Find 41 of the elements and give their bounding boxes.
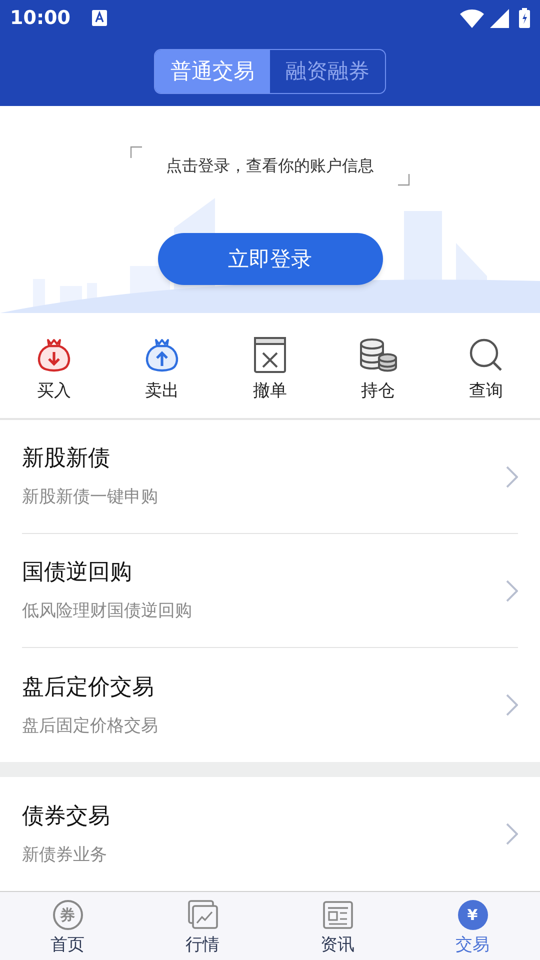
item-title: 新股新债: [22, 445, 111, 474]
chevron-right-icon: [506, 823, 518, 846]
yen-glyph-icon: ¥: [458, 900, 488, 930]
chevron-right-icon: [506, 580, 518, 602]
coin-stack-icon: [358, 336, 398, 373]
item-subtitle: 盘后固定价格交易: [22, 714, 159, 738]
tab-bar-item[interactable]: ¥ 交易: [405, 892, 540, 960]
action-button[interactable]: 持仓: [324, 312, 432, 418]
list-item[interactable]: 盘后定价交易 盘后固定价格交易: [22, 648, 518, 762]
action-button[interactable]: 卖出: [108, 312, 216, 418]
list-item[interactable]: 债券交易 新债券业务: [22, 777, 518, 892]
action-button[interactable]: 撤单: [216, 312, 324, 418]
tab-bar-item[interactable]: 行情: [135, 892, 270, 960]
cancel-window-icon: [252, 336, 288, 374]
action-button[interactable]: 买入: [0, 312, 108, 418]
item-title: 国债逆回购: [22, 559, 133, 588]
list-item[interactable]: 新股新债 新股新债一键申购: [22, 420, 518, 534]
item-subtitle: 低风险理财国债逆回购: [22, 600, 193, 624]
action-button[interactable]: 查询: [432, 312, 540, 418]
login-prompt: 点击登录，查看你的账户信息: [166, 155, 374, 178]
battery-icon: [519, 8, 530, 28]
coupon-glyph-icon: 券: [52, 900, 82, 930]
signal-icon: [490, 8, 509, 28]
tab-bar-item[interactable]: 资讯: [270, 892, 405, 960]
search-icon: [468, 336, 504, 373]
item-subtitle: 新股新债一键申购: [22, 486, 159, 510]
chevron-right-icon: [506, 694, 518, 716]
status-time: 10:00: [10, 6, 70, 31]
keyboard-notification-icon: [92, 10, 108, 26]
list-item[interactable]: 国债逆回购 低风险理财国债逆回购: [22, 534, 518, 648]
chart-icon: [188, 900, 218, 930]
chevron-right-icon: [506, 466, 518, 488]
item-title: 债券交易: [22, 802, 111, 831]
corner-bracket-icon: [398, 174, 410, 186]
item-title: 盘后定价交易: [22, 674, 155, 702]
wifi-icon: [460, 8, 484, 28]
item-subtitle: 新债券业务: [22, 844, 108, 867]
tab-bar-item[interactable]: 券 首页: [0, 892, 135, 960]
corner-bracket-icon: [130, 146, 142, 158]
newspaper-icon: [322, 900, 352, 930]
login-button[interactable]: 立即登录: [158, 233, 382, 286]
